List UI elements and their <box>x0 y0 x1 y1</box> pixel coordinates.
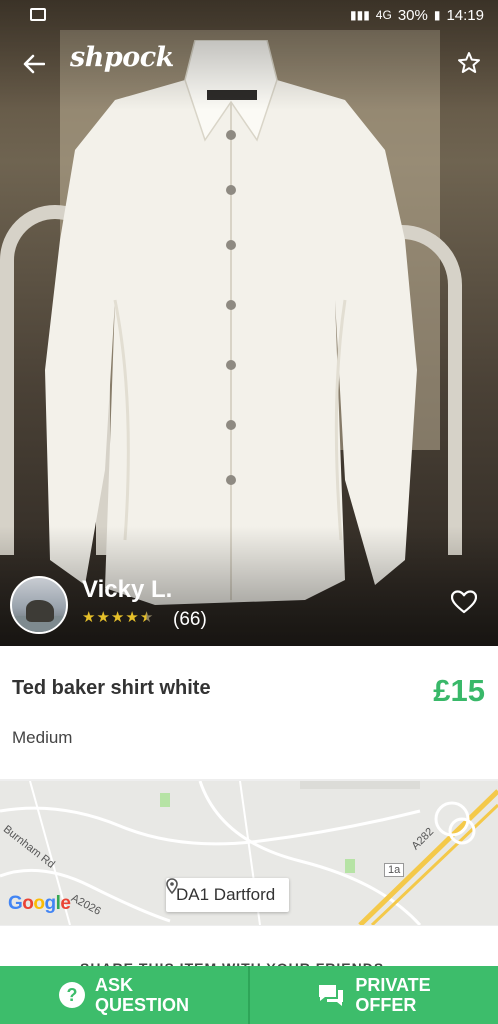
status-bar: ▮▮▮ 4G 30% ▮ 14:19 <box>0 0 498 30</box>
seller-rating-stars: ★ ★ ★ ★ ★ <box>82 610 153 626</box>
avatar[interactable] <box>10 576 68 634</box>
arrow-left-icon <box>23 54 45 74</box>
item-photo[interactable] <box>0 0 498 646</box>
item-detail-screen: ▮▮▮ 4G 30% ▮ 14:19 shpock Vicky L. ★ ★ ★… <box>0 0 498 1024</box>
private-offer-label: PRIVATE OFFER <box>355 975 430 1015</box>
signal-icon: ▮▮▮ <box>349 8 370 22</box>
location-map[interactable]: Burnham Rd A2026 A282 1a DA1 Dartford Go… <box>0 781 498 925</box>
action-bar: ? ASK QUESTION PRIVATE OFFER <box>0 966 498 1024</box>
location-pin-icon <box>166 878 178 894</box>
private-offer-button[interactable]: PRIVATE OFFER <box>248 966 498 1024</box>
ask-question-label: ASK QUESTION <box>95 975 189 1015</box>
shirt-image <box>45 40 417 605</box>
ask-question-button[interactable]: ? ASK QUESTION <box>0 966 248 1024</box>
item-size: Medium <box>12 728 73 747</box>
seller-info[interactable]: Vicky L. ★ ★ ★ ★ ★ (66) <box>10 574 488 634</box>
favorite-button[interactable] <box>454 48 484 78</box>
offer-line-1: PRIVATE <box>355 975 431 995</box>
item-price: £15 <box>433 673 485 708</box>
road-label-1a: 1a <box>384 863 405 877</box>
share-section[interactable]: SHARE THIS ITEM WITH YOUR FRIENDS <box>0 926 498 976</box>
clock: 14:19 <box>446 6 484 24</box>
app-toolbar: shpock <box>0 38 498 90</box>
ask-line-2: QUESTION <box>94 995 189 1015</box>
star-full-icon: ★ <box>125 609 139 626</box>
review-count: (66) <box>173 609 207 630</box>
star-half-icon: ★ <box>139 609 154 626</box>
chat-bubbles-icon <box>319 985 344 1006</box>
offer-line-2: OFFER <box>355 995 417 1015</box>
star-outline-icon <box>458 52 480 73</box>
seller-name[interactable]: Vicky L. <box>82 576 172 604</box>
back-button[interactable] <box>18 50 50 78</box>
shpock-logo: shpock <box>70 42 174 73</box>
like-button[interactable] <box>450 590 479 616</box>
gallery-notification-icon <box>30 8 46 21</box>
heart-outline-icon <box>450 590 478 614</box>
star-full-icon: ★ <box>96 609 110 626</box>
star-full-icon: ★ <box>82 609 96 626</box>
star-full-icon: ★ <box>110 609 125 626</box>
google-logo: Google <box>8 893 71 914</box>
battery-percent: 30% <box>397 6 428 24</box>
location-label: DA1 Dartford <box>176 885 276 904</box>
item-details: Ted baker shirt white £15 Medium <box>0 646 498 779</box>
battery-icon: ▮ <box>433 8 441 22</box>
avatar-rock <box>26 600 54 622</box>
question-icon: ? <box>58 982 85 1008</box>
location-pill[interactable]: DA1 Dartford <box>166 878 290 912</box>
item-title: Ted baker shirt white <box>12 677 211 699</box>
network-label: 4G <box>375 8 392 22</box>
ask-line-1: ASK <box>94 975 133 995</box>
